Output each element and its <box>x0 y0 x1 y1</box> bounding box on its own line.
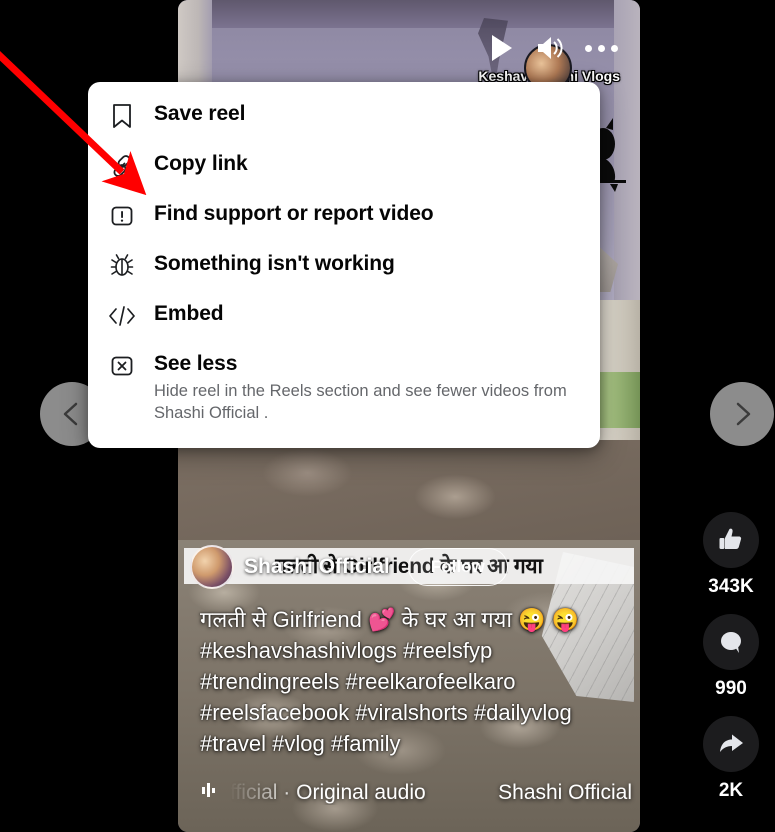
ceiling-band <box>212 0 614 28</box>
menu-item-label: Save reel <box>154 102 246 125</box>
menu-item-sublabel: Hide reel in the Reels section and see f… <box>154 382 567 422</box>
reels-viewer: Keshav Shashi Vlogs गलती से Girlfriend क… <box>0 0 775 832</box>
share-button[interactable] <box>703 716 759 772</box>
share-count: 2K <box>718 780 744 801</box>
chevron-left-icon <box>63 402 78 426</box>
more-options-icon[interactable] <box>585 44 618 52</box>
reel-author-row: Shashi Official Follow <box>190 545 508 589</box>
reel-action-rail: 343K 990 2K <box>700 512 762 818</box>
menu-item-find-support-or-report[interactable]: Find support or report video <box>88 190 600 240</box>
follow-button[interactable]: Follow <box>407 548 508 586</box>
play-icon[interactable] <box>489 33 515 63</box>
next-reel-button[interactable] <box>710 382 774 446</box>
menu-item-label: Find support or report video <box>154 202 434 225</box>
caption-line-3: #trendingreels #reelkarofeelkaro <box>200 669 516 694</box>
menu-item-body: Copy link <box>154 150 248 178</box>
reel-caption[interactable]: गलती से Girlfriend 💕 के घर आ गया 😜 😜 #ke… <box>200 604 630 759</box>
comment-count: 990 <box>715 678 747 699</box>
menu-item-embed[interactable]: Embed <box>88 290 600 340</box>
menu-item-label: Something isn't working <box>154 252 395 275</box>
report-icon <box>108 202 136 230</box>
caption-line-5: #travel #vlog #family <box>200 731 401 756</box>
menu-item-body: Something isn't working <box>154 250 395 278</box>
comment-icon <box>721 632 741 653</box>
comment-button[interactable] <box>703 614 759 670</box>
menu-item-label: Embed <box>154 302 224 325</box>
bookmark-icon <box>108 102 136 130</box>
video-controls <box>489 33 618 63</box>
menu-item-save-reel[interactable]: Save reel <box>88 90 600 140</box>
menu-item-body: See less Hide reel in the Reels section … <box>154 350 569 424</box>
menu-item-label: See less <box>154 352 238 375</box>
bug-icon <box>108 252 136 280</box>
chevron-right-icon <box>736 402 751 426</box>
menu-item-body: Save reel <box>154 100 245 128</box>
menu-item-copy-link[interactable]: Copy link <box>88 140 600 190</box>
code-icon <box>108 302 136 330</box>
share-group: 2K <box>703 716 759 802</box>
caption-line-1: गलती से Girlfriend 💕 के घर आ गया 😜 😜 <box>200 607 580 632</box>
audio-attribution-row[interactable]: fficial · Original audio Shashi Official <box>200 780 632 805</box>
audio-wave-icon <box>200 780 220 805</box>
author-avatar[interactable] <box>190 545 234 589</box>
caption-line-2: #keshavshashivlogs #reelsfyp <box>200 638 493 663</box>
volume-icon[interactable] <box>535 34 565 62</box>
menu-item-something-isnt-working[interactable]: Something isn't working <box>88 240 600 290</box>
menu-item-label: Copy link <box>154 152 248 175</box>
comment-group: 990 <box>703 614 759 700</box>
author-name[interactable]: Shashi Official <box>244 555 390 579</box>
menu-item-body: Embed <box>154 300 224 328</box>
see-less-icon <box>108 352 136 380</box>
audio-title: fficial · Original audio <box>230 780 426 804</box>
caption-line-4: #reelsfacebook #viralshorts #dailyvlog <box>200 700 572 725</box>
reel-options-menu: Save reel Copy link Find support or repo… <box>88 82 600 448</box>
audio-author: Shashi Official <box>498 780 632 804</box>
share-icon <box>720 734 743 752</box>
menu-item-body: Find support or report video <box>154 200 434 228</box>
like-button[interactable] <box>703 512 759 568</box>
menu-item-see-less[interactable]: See less Hide reel in the Reels section … <box>88 340 600 434</box>
like-group: 343K <box>703 512 759 598</box>
link-icon <box>108 152 136 180</box>
thumbs-up-icon <box>719 528 742 549</box>
like-count: 343K <box>708 576 754 597</box>
